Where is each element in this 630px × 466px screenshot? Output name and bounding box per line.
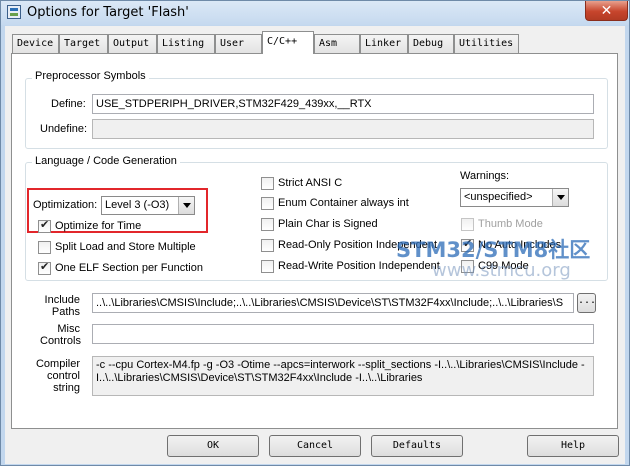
split-load-store-label: Split Load and Store Multiple xyxy=(55,241,196,253)
tab-debug[interactable]: Debug xyxy=(408,34,454,53)
rw-position-independent-checkbox[interactable] xyxy=(261,260,274,273)
no-auto-includes-checkbox[interactable] xyxy=(461,237,474,252)
misc-controls-input[interactable] xyxy=(92,324,594,344)
optimization-label: Optimization: xyxy=(33,199,98,211)
codegen-group-label: Language / Code Generation xyxy=(32,155,180,167)
include-paths-input[interactable]: ..\..\Libraries\CMSIS\Include;..\..\Libr… xyxy=(92,293,574,313)
thumb-mode-checkbox[interactable] xyxy=(461,218,474,231)
optimize-for-time-label: Optimize for Time xyxy=(55,220,142,232)
strict-ansi-c-checkbox[interactable] xyxy=(261,177,274,190)
define-input[interactable]: USE_STDPERIPH_DRIVER,STM32F429_439xx,__R… xyxy=(92,94,594,114)
close-button[interactable]: ✕ xyxy=(585,1,628,21)
tab-utilities[interactable]: Utilities xyxy=(454,34,519,53)
undefine-input[interactable] xyxy=(92,119,594,139)
ro-position-independent-label: Read-Only Position Independent xyxy=(278,239,437,251)
define-label: Define: xyxy=(51,98,86,110)
include-paths-label: Include Paths xyxy=(44,294,80,318)
optimize-for-time-checkbox[interactable] xyxy=(38,218,51,233)
optimization-select[interactable]: Level 3 (-O3) xyxy=(101,196,195,215)
tab-asm[interactable]: Asm xyxy=(314,34,360,53)
strict-ansi-c-label: Strict ANSI C xyxy=(278,177,343,189)
options-dialog: Options for Target 'Flash' ✕ Device Targ… xyxy=(0,0,630,466)
tab-page-c-cpp: Preprocessor Symbols Define: USE_STDPERI… xyxy=(11,53,618,429)
ro-position-independent-checkbox[interactable] xyxy=(261,239,274,252)
compiler-control-string-text: -c --cpu Cortex-M4.fp -g -O3 -Otime --ap… xyxy=(92,356,594,396)
warnings-value: <unspecified> xyxy=(464,191,533,203)
tab-listing[interactable]: Listing xyxy=(157,34,215,53)
title-bar: Options for Target 'Flash' ✕ xyxy=(1,1,629,25)
tab-user[interactable]: User xyxy=(215,34,262,53)
cancel-button[interactable]: Cancel xyxy=(269,435,361,457)
chevron-down-icon[interactable] xyxy=(552,189,568,206)
tab-c-cpp[interactable]: C/C++ xyxy=(262,31,314,54)
enum-container-checkbox[interactable] xyxy=(261,197,274,210)
one-elf-section-checkbox[interactable] xyxy=(38,260,51,275)
help-button[interactable]: Help xyxy=(527,435,619,457)
undefine-label: Undefine: xyxy=(40,123,88,135)
misc-controls-label: Misc Controls xyxy=(40,323,81,347)
tab-linker[interactable]: Linker xyxy=(360,34,408,53)
compiler-control-string-label: Compiler control string xyxy=(35,358,80,394)
app-icon xyxy=(7,5,21,19)
chevron-down-icon[interactable] xyxy=(178,197,194,214)
tab-output[interactable]: Output xyxy=(108,34,157,53)
thumb-mode-label: Thumb Mode xyxy=(478,218,543,230)
optimization-value: Level 3 (-O3) xyxy=(105,199,170,211)
include-paths-browse-button[interactable]: ... xyxy=(577,293,596,313)
defaults-button[interactable]: Defaults xyxy=(371,435,463,457)
dialog-client-area: Device Target Output Listing User C/C++ … xyxy=(5,26,625,464)
one-elf-section-label: One ELF Section per Function xyxy=(55,262,203,274)
split-load-store-checkbox[interactable] xyxy=(38,241,51,254)
enum-container-label: Enum Container always int xyxy=(278,197,409,209)
tab-device[interactable]: Device xyxy=(12,34,59,53)
plain-char-signed-label: Plain Char is Signed xyxy=(278,218,378,230)
warnings-select[interactable]: <unspecified> xyxy=(460,188,569,207)
rw-position-independent-label: Read-Write Position Independent xyxy=(278,260,440,272)
tab-target[interactable]: Target xyxy=(59,34,108,53)
warnings-label: Warnings: xyxy=(460,170,510,182)
preprocessor-group-label: Preprocessor Symbols xyxy=(32,70,149,82)
window-title: Options for Target 'Flash' xyxy=(27,5,189,20)
plain-char-signed-checkbox[interactable] xyxy=(261,218,274,231)
no-auto-includes-label: No Auto Includes xyxy=(478,239,562,251)
ok-button[interactable]: OK xyxy=(167,435,259,457)
c99-mode-checkbox[interactable] xyxy=(461,260,474,273)
c99-mode-label: C99 Mode xyxy=(478,260,529,272)
